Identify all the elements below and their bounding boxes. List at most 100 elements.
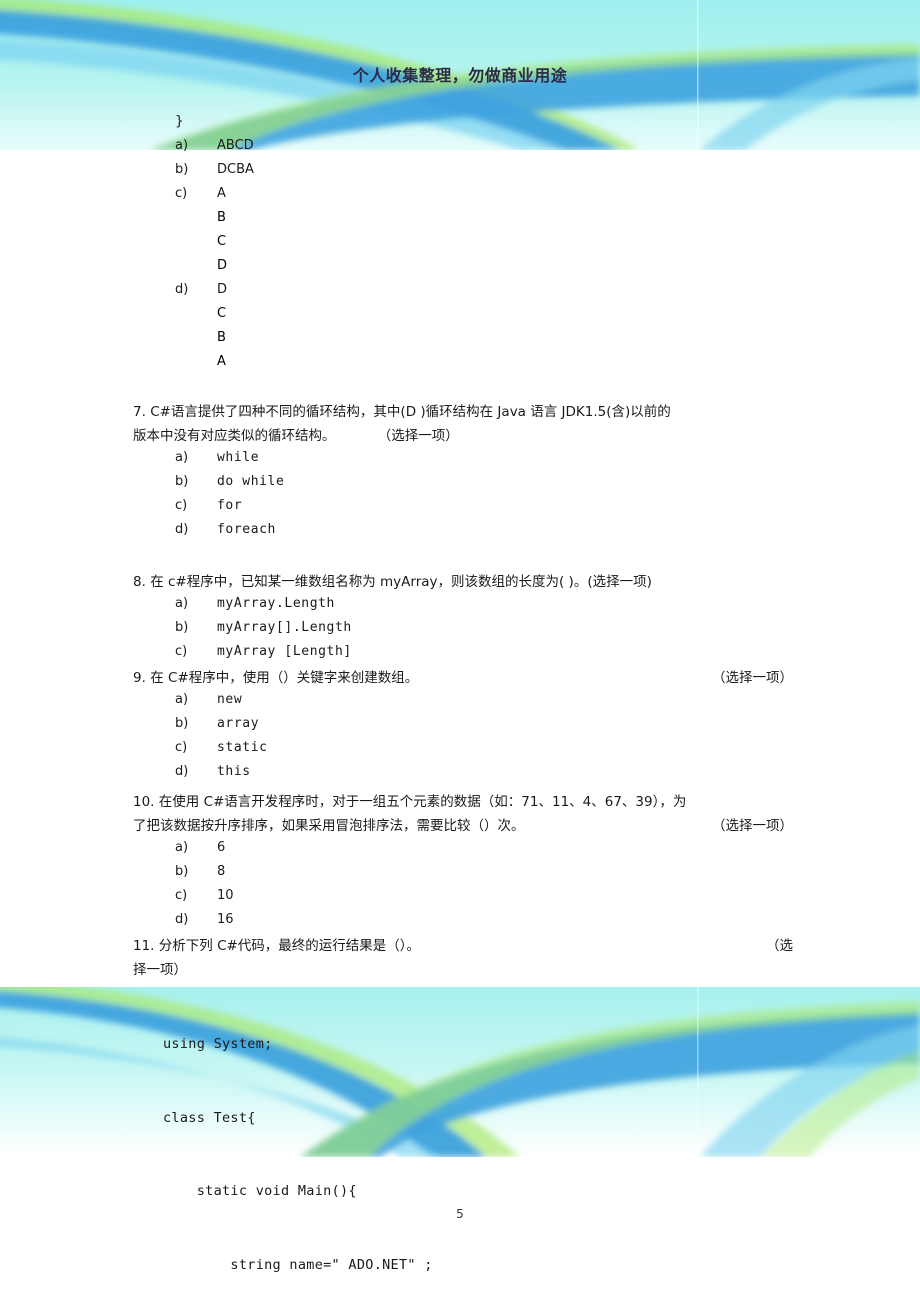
question-10: 10. 在使用 C#语言开发程序时，对于一组五个元素的数据（如：71、11、4、… <box>133 790 793 936</box>
option-value: ABCD <box>217 138 254 153</box>
option-value: 6 <box>217 840 226 855</box>
option-continuation: x C <box>133 306 793 330</box>
question-number: 10. <box>133 794 155 810</box>
question-number: 7. <box>133 404 146 420</box>
option-continuation-value: C <box>217 234 227 249</box>
question-body-line1: 在 C#程序中，使用（）关键字来创建数组。 <box>150 670 419 686</box>
option-label: d) <box>175 764 189 779</box>
question-7-text: 7. C#语言提供了四种不同的循环结构，其中(D )循环结构在 Java 语言 … <box>133 400 793 448</box>
question-body-line2: 择一项） <box>133 962 187 978</box>
option-value: myArray.Length <box>217 596 335 611</box>
option-value: while <box>217 450 260 465</box>
list-item[interactable]: d) 16 <box>133 912 793 936</box>
option-continuation-value: D <box>217 258 228 273</box>
option-value: 8 <box>217 864 226 879</box>
option-label: a) <box>175 692 189 707</box>
question-body-line1: 在使用 C#语言开发程序时，对于一组五个元素的数据（如：71、11、4、67、3… <box>158 794 687 810</box>
option-value: myArray [Length] <box>217 644 352 659</box>
option-label: d) <box>175 282 189 297</box>
option-value: myArray[].Length <box>217 620 352 635</box>
option-continuation: x A <box>133 354 793 378</box>
option-value: this <box>217 764 251 779</box>
option-value: array <box>217 716 260 731</box>
option-label: b) <box>175 864 189 879</box>
option-continuation-value: C <box>217 306 227 321</box>
list-item[interactable]: a) 6 <box>133 840 793 864</box>
select-note: （选择一项） <box>712 818 793 834</box>
option-label: a) <box>175 138 189 153</box>
list-item[interactable]: a) new <box>133 692 793 716</box>
list-item[interactable]: d) D <box>133 282 793 306</box>
option-label: b) <box>175 474 189 489</box>
list-item[interactable]: a) myArray.Length <box>133 596 793 620</box>
carryover-closing-brace: } <box>175 113 184 129</box>
option-value: A <box>217 186 226 201</box>
question-8-text: 8. 在 c#程序中，已知某一维数组名称为 myArray，则该数组的长度为( … <box>133 570 793 594</box>
option-label: c) <box>175 888 188 903</box>
question-number: 11. <box>133 938 155 954</box>
list-item[interactable]: c) A <box>133 186 793 210</box>
list-item[interactable]: d) this <box>133 764 793 788</box>
code-line: static void Main(){ <box>163 1183 357 1199</box>
option-continuation-value: B <box>217 330 226 345</box>
question-10-text: 10. 在使用 C#语言开发程序时，对于一组五个元素的数据（如：71、11、4、… <box>133 790 793 838</box>
carryover-options: a) ABCD b) DCBA c) A x B x C <box>133 136 793 378</box>
list-item[interactable]: c) static <box>133 740 793 764</box>
option-continuation-value: A <box>217 354 226 369</box>
question-body-line1: 在 c#程序中，已知某一维数组名称为 myArray，则该数组的长度为( )。(… <box>150 574 652 590</box>
document-page: 个人收集整理，勿做商业用途} a) ABCD b) DCBA c) A B C… <box>0 0 920 1302</box>
question-9-options: a) new b) array c) static d) this <box>133 692 793 788</box>
code-block: using System; class Test{ static void Ma… <box>163 983 433 1302</box>
option-continuation: x D <box>133 258 793 282</box>
option-label: a) <box>175 450 189 465</box>
option-label: c) <box>175 644 188 659</box>
list-item[interactable]: b) myArray[].Length <box>133 620 793 644</box>
list-item[interactable]: d) foreach <box>133 522 793 546</box>
list-item[interactable]: c) myArray [Length] <box>133 644 793 668</box>
option-label: d) <box>175 912 189 927</box>
select-note: （选择一项） <box>377 428 459 444</box>
code-line: class Test{ <box>163 1109 256 1126</box>
option-value: new <box>217 692 243 707</box>
select-note: （选 <box>766 938 793 954</box>
option-list: a) ABCD b) DCBA c) A x B x C <box>133 138 793 378</box>
question-11: （选 11. 分析下列 C#代码，最终的运行结果是（）。 择一项） <box>133 934 793 982</box>
page-content: } a) ABCD b) DCBA c) A x B <box>0 0 920 1302</box>
list-item[interactable]: c) 10 <box>133 888 793 912</box>
option-label: b) <box>175 716 189 731</box>
question-body-line1: 分析下列 C#代码，最终的运行结果是（）。 <box>158 938 421 954</box>
question-7: 7. C#语言提供了四种不同的循环结构，其中(D )循环结构在 Java 语言 … <box>133 400 793 546</box>
option-label: b) <box>175 162 189 177</box>
question-7-options: a) while b) do while c) for d) foreach <box>133 450 793 546</box>
option-label: c) <box>175 186 188 201</box>
list-item[interactable]: b) do while <box>133 474 793 498</box>
list-item[interactable]: a) while <box>133 450 793 474</box>
list-item[interactable]: b) DCBA <box>133 162 793 186</box>
question-body-line2: 了把该数据按升序排序，如果采用冒泡排序法，需要比较（）次。 <box>133 818 525 834</box>
list-item[interactable]: b) array <box>133 716 793 740</box>
question-number: 8. <box>133 574 146 590</box>
code-line: using System; <box>163 1036 273 1052</box>
list-item[interactable]: b) 8 <box>133 864 793 888</box>
question-8-options: a) myArray.Length b) myArray[].Length c)… <box>133 596 793 668</box>
option-value: do while <box>217 474 285 489</box>
question-10-options: a) 6 b) 8 c) 10 d) 16 <box>133 840 793 936</box>
option-continuation-value: B <box>217 210 226 225</box>
question-9: （选择一项） 9. 在 C#程序中，使用（）关键字来创建数组。 a) new b… <box>133 666 793 788</box>
question-8: 8. 在 c#程序中，已知某一维数组名称为 myArray，则该数组的长度为( … <box>133 570 793 668</box>
question-body-line1: C#语言提供了四种不同的循环结构，其中(D )循环结构在 Java 语言 JDK… <box>150 404 671 420</box>
list-item[interactable]: a) ABCD <box>133 138 793 162</box>
question-9-text: （选择一项） 9. 在 C#程序中，使用（）关键字来创建数组。 <box>133 666 793 690</box>
option-label: d) <box>175 522 189 537</box>
option-value: DCBA <box>217 162 254 177</box>
option-label: a) <box>175 840 189 855</box>
list-item[interactable]: c) for <box>133 498 793 522</box>
option-value: 10 <box>217 888 234 903</box>
option-value: 16 <box>217 912 234 927</box>
option-value: static <box>217 740 268 755</box>
option-value: for <box>217 498 243 513</box>
option-label: b) <box>175 620 189 635</box>
code-line: string name=" ADO.NET" ; <box>163 1256 433 1273</box>
option-continuation: x B <box>133 210 793 234</box>
option-value: D <box>217 282 228 297</box>
